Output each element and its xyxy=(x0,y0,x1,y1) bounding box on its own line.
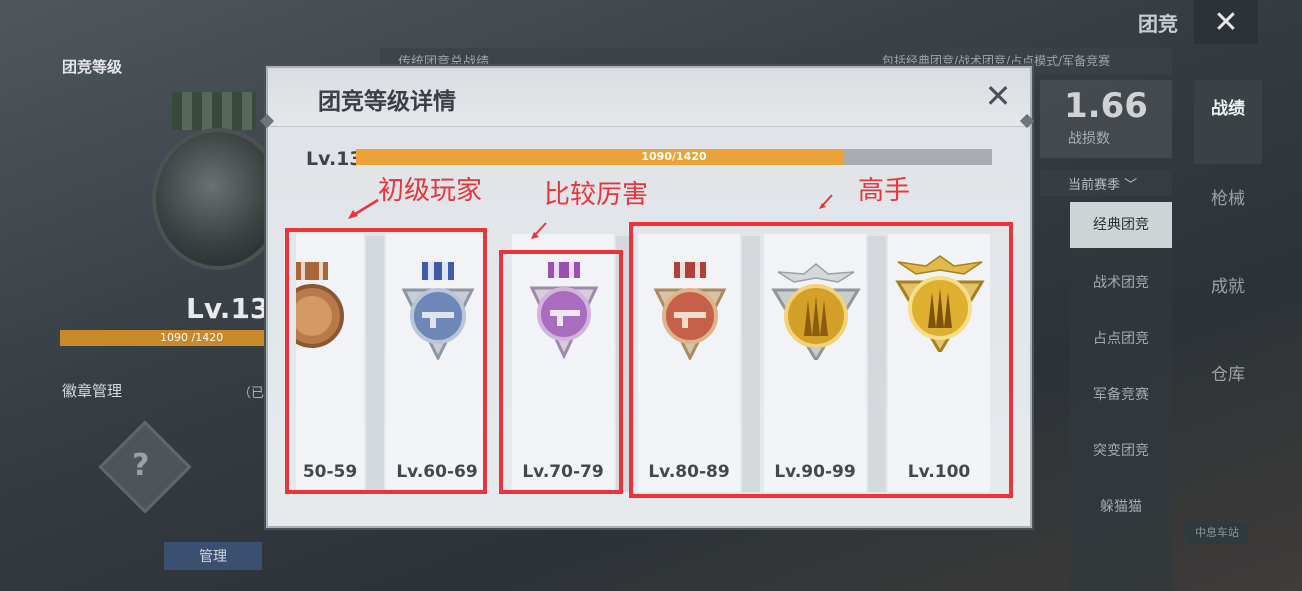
chevron-down-icon: ﹀ xyxy=(1124,178,1138,193)
mode-item-domination[interactable]: 占点团竞 xyxy=(1070,328,1172,348)
modal-level-label: Lv.13 xyxy=(306,148,363,170)
annotation-box-intermediate xyxy=(499,250,623,494)
mode-item-hide-seek[interactable]: 躲猫猫 xyxy=(1070,496,1172,516)
mode-item-mutation[interactable]: 突变团竞 xyxy=(1070,440,1172,460)
stat-value: 1.66 xyxy=(1064,86,1148,126)
side-tab-achievements[interactable]: 成就 xyxy=(1194,276,1262,298)
stat-label: 战损数 xyxy=(1068,131,1110,147)
background-sign: 中息车站 xyxy=(1186,522,1248,544)
annotation-intermediate: 比较厉害 xyxy=(544,180,649,210)
modal-title-bar: 团竞等级详情 ✕ xyxy=(268,68,1030,127)
close-icon[interactable]: ✕ xyxy=(1194,0,1258,44)
side-tab-warehouse[interactable]: 仓库 xyxy=(1194,364,1262,386)
team-level-label: 团竞等级 xyxy=(62,58,123,76)
side-tab-weapons[interactable]: 枪械 xyxy=(1194,188,1262,210)
season-label: 当前赛季 ﹀ xyxy=(1068,178,1138,193)
medal-ribbon xyxy=(172,92,256,130)
annotation-beginner: 初级玩家 xyxy=(378,176,483,206)
manage-button[interactable]: 管理 xyxy=(164,542,262,570)
mode-item-arms-race[interactable]: 军备竞赛 xyxy=(1070,384,1172,404)
annotation-box-beginner xyxy=(285,228,487,494)
level-progress-bar: 1090/1420 xyxy=(356,149,992,165)
current-level: Lv.13 xyxy=(186,292,270,325)
current-progress-text: 1090 /1420 xyxy=(160,331,224,344)
current-medal-icon xyxy=(152,128,284,270)
badge-management-label: 徽章管理 xyxy=(62,382,123,400)
mode-item-classic[interactable]: 经典团竞 xyxy=(1070,202,1172,248)
badge-note: （已 xyxy=(238,386,265,401)
modal-title: 团竞等级详情 xyxy=(318,89,456,115)
question-mark-icon: ? xyxy=(132,448,150,483)
annotation-box-expert xyxy=(629,222,1013,498)
arrow-icon xyxy=(819,194,833,209)
mode-item-tactical[interactable]: 战术团竞 xyxy=(1070,272,1172,292)
arrow-icon xyxy=(348,198,379,219)
modal-close-icon[interactable]: ✕ xyxy=(980,78,1016,114)
annotation-expert: 高手 xyxy=(858,176,911,206)
level-progress-text: 1090/1420 xyxy=(641,150,707,163)
arrow-icon xyxy=(531,222,547,239)
screen-title: 团竞 xyxy=(1138,12,1178,36)
side-tab-record[interactable]: 战绩 xyxy=(1194,80,1262,164)
